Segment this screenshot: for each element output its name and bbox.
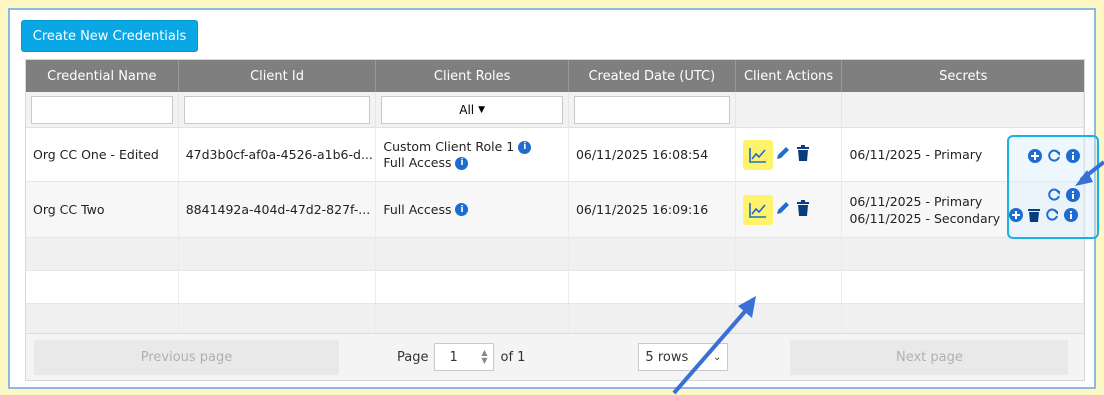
info-icon[interactable]: i (518, 140, 532, 154)
secret-label: 06/11/2025 - Primary (849, 193, 983, 209)
page-label: Page (397, 349, 429, 365)
empty-cell (376, 238, 569, 270)
page-total: of 1 (500, 349, 526, 365)
secret-actions-row (1009, 207, 1078, 226)
created-date-filter-input[interactable] (573, 95, 730, 124)
empty-cell (179, 238, 377, 270)
column-header-credential-name[interactable]: Credential Name (26, 60, 179, 92)
credential-name: Org CC Two (33, 202, 105, 217)
created-date-cell: 06/11/2025 16:09:16 (569, 182, 736, 237)
column-header-client-roles[interactable]: Client Roles (376, 60, 569, 92)
client-actions-cell (736, 182, 843, 237)
caret-down-icon: ▼ (478, 104, 486, 115)
table-row[interactable]: Org CC One - Edited 47d3b0cf-af0a-4526-a… (26, 128, 1084, 182)
info-icon[interactable]: i (455, 203, 469, 216)
empty-cell (26, 271, 179, 303)
credential-name-cell: Org CC One - Edited (26, 128, 179, 181)
empty-cell (376, 304, 569, 336)
client-id-cell: 8841492a-404d-47d2-827f-... (179, 182, 377, 237)
client-roles-filter-value: All (459, 102, 475, 117)
next-page-button[interactable]: Next page (790, 339, 1069, 375)
empty-row (26, 238, 1084, 271)
credential-name-cell: Org CC Two (26, 182, 179, 237)
create-new-credentials-button[interactable]: Create New Credentials (21, 20, 198, 52)
pagination-bar: Previous page Page 1 ▲ ▼ of 1 5 rows ⌄ Ne… (26, 333, 1084, 380)
client-roles-cell: Full Access i (376, 182, 569, 237)
empty-cell (26, 238, 179, 270)
client-id-cell: 47d3b0cf-af0a-4526-a1b6-d... (179, 128, 377, 181)
table-row[interactable]: Org CC Two 8841492a-404d-47d2-827f-... F… (26, 182, 1084, 238)
chart-icon[interactable] (742, 139, 773, 170)
role-item: Custom Client Role 1i (383, 138, 532, 155)
filter-row: All ▼ (26, 92, 1084, 128)
refresh-icon[interactable] (1047, 148, 1061, 167)
client-id-filter-input[interactable] (183, 95, 371, 124)
empty-cell (842, 271, 1084, 303)
credential-name: Org CC One - Edited (33, 147, 159, 162)
empty-cell (179, 304, 377, 336)
empty-cell (376, 271, 569, 303)
created-date: 06/11/2025 16:09:16 (575, 202, 709, 217)
created-date-cell: 06/11/2025 16:08:54 (569, 128, 736, 181)
credentials-table: Credential Name Client Id Client Roles C… (25, 59, 1085, 381)
column-header-client-id[interactable]: Client Id (179, 60, 377, 92)
empty-cell (842, 238, 1084, 270)
pencil-icon[interactable] (775, 145, 791, 164)
filter-cell (736, 92, 843, 127)
page-number-input[interactable]: 1 ▲ ▼ (434, 343, 495, 371)
filter-cell (179, 92, 377, 127)
trash-icon[interactable] (796, 200, 810, 219)
page-frame: Create New Credentials Credential Name C… (8, 8, 1099, 389)
pencil-icon[interactable] (775, 200, 791, 219)
role-label: Full Access (383, 202, 452, 217)
empty-cell (569, 238, 736, 270)
secret-label: 06/11/2025 - Primary (849, 147, 983, 162)
client-roles-cell: Custom Client Role 1i Full Access i (376, 128, 569, 181)
credential-name-filter-input[interactable] (31, 95, 173, 124)
role-item: Full Access i (383, 154, 469, 171)
info-icon[interactable]: i (455, 156, 469, 170)
page-number-value: 1 (449, 349, 458, 365)
filter-cell (842, 92, 1084, 127)
table-header: Credential Name Client Id Client Roles C… (26, 60, 1084, 92)
role-label: Custom Client Role 1 (383, 138, 515, 154)
chart-icon[interactable] (742, 194, 773, 225)
trash-icon[interactable] (796, 145, 810, 164)
secret-label: 06/11/2025 - Secondary (849, 210, 1001, 226)
secret-actions-row (1028, 148, 1080, 167)
empty-row (26, 271, 1084, 304)
annotation-arrow (672, 296, 756, 395)
refresh-icon[interactable] (1047, 187, 1061, 206)
client-actions-cell (736, 128, 843, 181)
page-indicator: Page 1 ▲ ▼ of 1 (397, 343, 525, 371)
created-date: 06/11/2025 16:08:54 (575, 147, 709, 162)
previous-page-button[interactable]: Previous page (34, 339, 339, 375)
annotation-arrow (1075, 160, 1104, 186)
empty-cell (179, 271, 377, 303)
empty-cell (842, 304, 1084, 336)
column-header-client-actions: Client Actions (736, 60, 843, 92)
column-header-created-date[interactable]: Created Date (UTC) (569, 60, 736, 92)
filter-cell: All ▼ (376, 92, 569, 127)
empty-cell (736, 238, 843, 270)
refresh-icon[interactable] (1045, 207, 1059, 226)
spinner-icon[interactable]: ▲ ▼ (481, 349, 487, 365)
column-header-secrets: Secrets (939, 68, 988, 84)
empty-cell (26, 304, 179, 336)
trash-icon[interactable] (1028, 207, 1040, 226)
role-label: Full Access (383, 154, 452, 170)
filter-cell (569, 92, 736, 127)
client-id: 8841492a-404d-47d2-827f-... (185, 202, 371, 217)
plus-circle-icon[interactable] (1028, 148, 1042, 167)
plus-circle-icon[interactable] (1009, 207, 1023, 226)
filter-cell (26, 92, 179, 127)
client-id: 47d3b0cf-af0a-4526-a1b6-d... (185, 147, 373, 162)
client-roles-filter-select[interactable]: All ▼ (381, 95, 563, 124)
